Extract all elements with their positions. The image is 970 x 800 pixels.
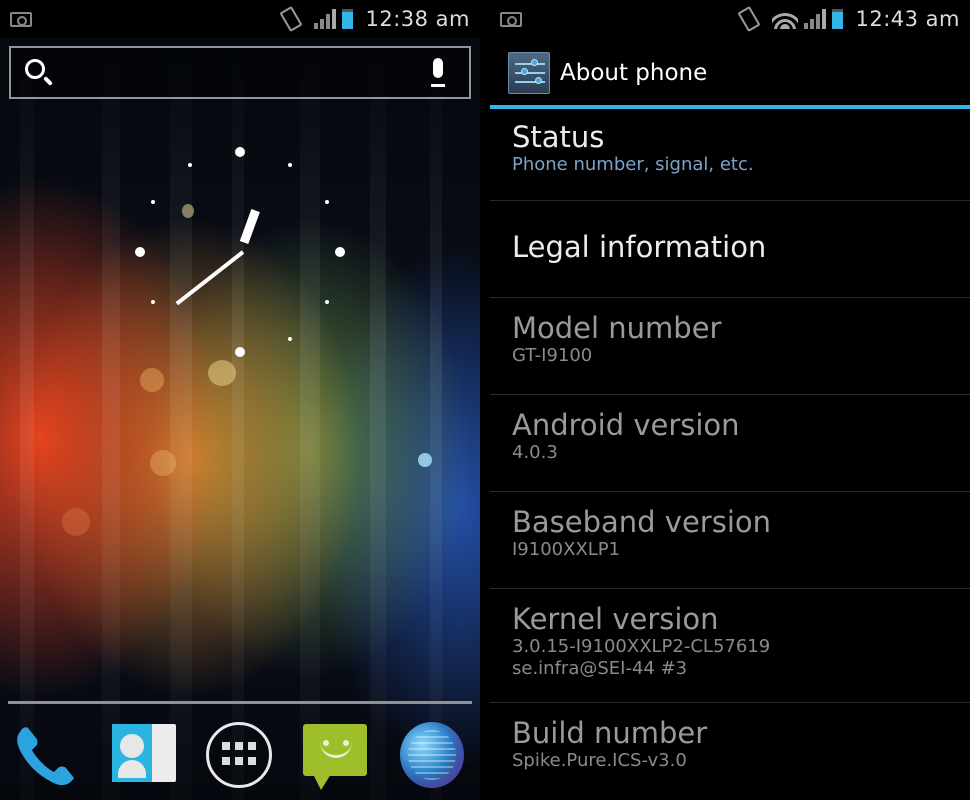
action-bar: About phone (490, 38, 970, 107)
item-title: Status (512, 120, 605, 154)
status-bar: 12:38 am (0, 0, 480, 38)
clock-tick (188, 163, 192, 167)
list-item-baseband-version: Baseband version I9100XXLP1 (490, 492, 970, 589)
item-title: Build number (512, 716, 708, 750)
about-phone-list: Status Phone number, signal, etc. Legal … (490, 109, 970, 800)
home-screen: 12:38 am (0, 0, 480, 800)
screenshot-icon (500, 11, 522, 27)
clock-tick (135, 247, 145, 257)
item-title: Android version (512, 408, 740, 442)
dock-app-browser[interactable] (398, 720, 464, 788)
item-summary: GT-I9100 (512, 345, 593, 367)
clock-hour-hand (239, 209, 260, 245)
screenshot-icon (10, 11, 32, 27)
list-item-status[interactable]: Status Phone number, signal, etc. (490, 109, 970, 201)
item-summary: Phone number, signal, etc. (512, 154, 754, 176)
dock-divider (8, 701, 472, 704)
phone-icon (17, 727, 74, 786)
list-item-kernel-version: Kernel version 3.0.15-I9100XXLP2-CL57619… (490, 589, 970, 703)
dock (0, 716, 480, 796)
dock-app-messaging[interactable] (303, 720, 369, 790)
page-title: About phone (560, 59, 708, 86)
item-title: Model number (512, 311, 722, 345)
settings-sliders-icon[interactable] (508, 51, 550, 94)
clock-tick (151, 300, 155, 304)
item-title: Legal information (512, 230, 767, 264)
analog-clock-widget[interactable] (135, 147, 345, 357)
item-title: Kernel version (512, 602, 719, 636)
list-item-android-version[interactable]: Android version 4.0.3 (490, 395, 970, 492)
globe-icon (400, 722, 464, 788)
clock-tick (325, 300, 329, 304)
dock-app-phone[interactable] (12, 720, 78, 788)
item-summary-line2: se.infra@SEI-44 #3 (512, 657, 688, 679)
item-summary: 3.0.15-I9100XXLP2-CL57619 (512, 636, 771, 658)
item-summary: Spike.Pure.ICS-v3.0 (512, 750, 687, 772)
wifi-icon (772, 9, 799, 29)
clock-tick (235, 347, 245, 357)
clock-minute-hand (175, 250, 245, 306)
dock-app-drawer[interactable] (206, 720, 272, 788)
signal-icon (804, 9, 827, 29)
signal-icon (314, 9, 337, 29)
dock-app-contacts[interactable] (110, 720, 176, 788)
list-item-model-number: Model number GT-I9100 (490, 298, 970, 395)
list-item-legal-information[interactable]: Legal information (490, 201, 970, 298)
list-item-build-number[interactable]: Build number Spike.Pure.ICS-v3.0 (490, 703, 970, 800)
clock-tick (288, 163, 292, 167)
battery-icon (832, 9, 844, 29)
clock-tick (151, 200, 155, 204)
clock-tick (288, 337, 292, 341)
clock-tick (335, 247, 345, 257)
item-summary: 4.0.3 (512, 442, 558, 464)
screen-separator (480, 0, 490, 800)
vibrate-icon (737, 5, 762, 33)
status-time: 12:43 am (855, 7, 960, 31)
clock-tick (235, 147, 245, 157)
status-time: 12:38 am (365, 7, 470, 31)
battery-icon (342, 9, 354, 29)
microphone-icon[interactable] (431, 58, 445, 90)
item-summary: I9100XXLP1 (512, 539, 621, 561)
status-bar: 12:43 am (490, 0, 970, 38)
search-icon[interactable] (25, 59, 45, 79)
google-search-bar[interactable] (9, 46, 471, 99)
clock-tick (325, 200, 329, 204)
vibrate-icon (279, 5, 304, 33)
about-phone-screen: 12:43 am About phone Status Phone number… (490, 0, 970, 800)
item-title: Baseband version (512, 505, 772, 539)
